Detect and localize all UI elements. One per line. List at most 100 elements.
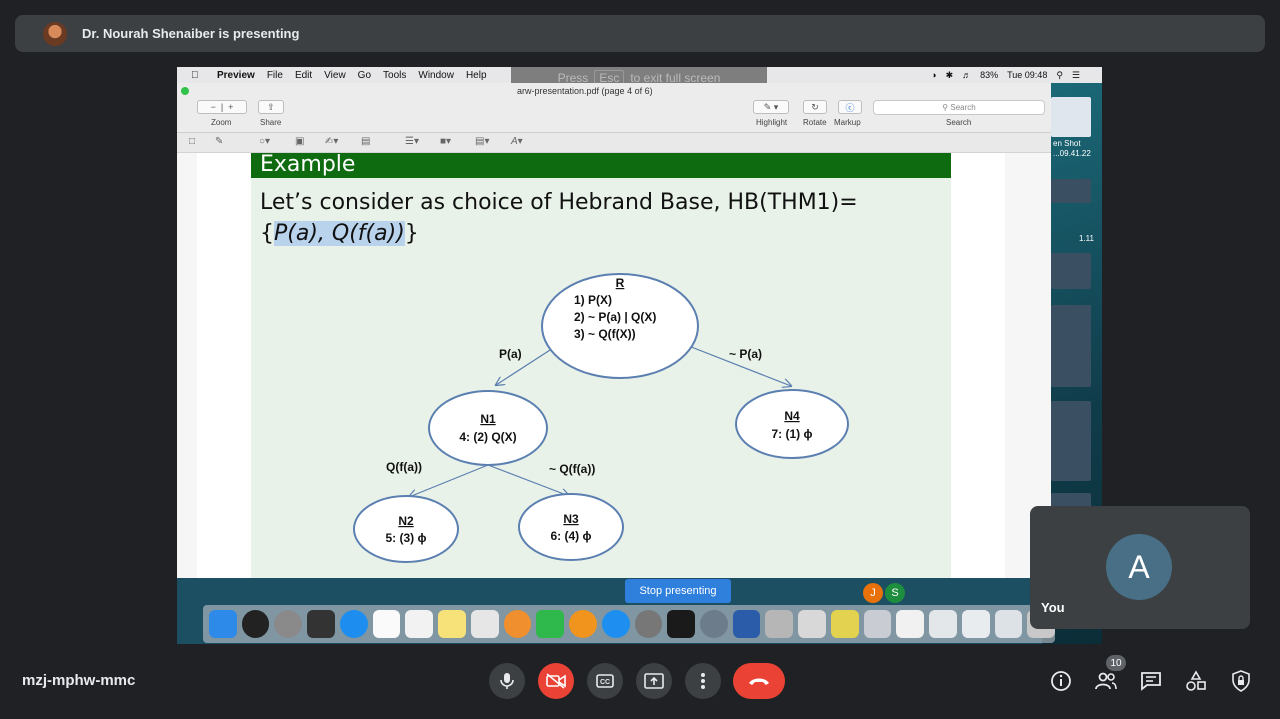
slide-line-2[interactable]: {P(a), Q(f(a))} (260, 218, 920, 249)
document-icon[interactable] (994, 610, 1023, 638)
preview-icon[interactable] (470, 610, 499, 638)
chat-icon (1141, 672, 1161, 691)
self-video-tile[interactable]: A You (1030, 506, 1250, 629)
participants-button[interactable] (1094, 669, 1118, 693)
search-input[interactable]: ⚲ Search (873, 100, 1045, 115)
launchpad-icon[interactable] (274, 610, 303, 638)
leave-call-button[interactable] (733, 663, 785, 699)
note-tool-icon[interactable]: ▤ (361, 136, 370, 147)
menu-tools[interactable]: Tools (383, 70, 406, 81)
sign-tool-icon[interactable]: ✍▾ (325, 136, 338, 147)
battery-percent[interactable]: 83% (980, 70, 998, 80)
tools-icon[interactable] (765, 610, 794, 638)
texshop-icon[interactable] (798, 610, 826, 638)
document-icon[interactable] (929, 610, 957, 638)
document-icon[interactable] (896, 610, 925, 638)
selection-tool-icon[interactable]: □ (189, 136, 195, 147)
certificate-icon[interactable] (830, 610, 859, 638)
camera-button[interactable] (538, 663, 574, 699)
stop-presenting-button[interactable]: Stop presenting (625, 579, 731, 603)
word-icon[interactable] (732, 610, 761, 638)
window-zoom-button[interactable] (181, 87, 189, 95)
share-icon: ⇧ (267, 101, 275, 112)
books-icon[interactable] (569, 610, 597, 638)
system-preferences-icon[interactable] (634, 610, 663, 638)
bluetooth-icon[interactable]: ✱ (946, 70, 954, 81)
shape-style-icon[interactable]: ☰▾ (405, 136, 419, 147)
desktop-item[interactable] (1051, 305, 1091, 387)
siri-icon[interactable] (241, 610, 270, 638)
rotate-button[interactable]: ↻ (803, 100, 827, 114)
chat-button[interactable] (1139, 669, 1163, 693)
activities-shapes-icon (1186, 670, 1206, 691)
menu-window[interactable]: Window (418, 70, 454, 81)
rotate-icon: ↻ (811, 101, 819, 112)
meeting-details-button[interactable] (1049, 669, 1073, 693)
zoom-buttons[interactable]: − | + (197, 100, 247, 114)
document-icon[interactable] (961, 610, 990, 638)
host-controls-button[interactable] (1229, 669, 1253, 693)
node-n4-title: N4 (784, 409, 800, 423)
notes-icon[interactable] (438, 610, 466, 638)
captions-button[interactable]: CC (587, 663, 623, 699)
sketch-tool-icon[interactable]: ✎ (215, 136, 223, 147)
text-style-icon[interactable]: A▾ (511, 136, 523, 147)
share-button[interactable]: ⇧ (258, 100, 284, 114)
highlighted-text[interactable]: P(a), Q(f(a)) (274, 221, 405, 246)
presenter-text: Dr. Nourah Shenaiber is presenting (82, 26, 300, 41)
terminal-icon[interactable] (667, 610, 696, 638)
highlight-button[interactable]: ✎ ▾ (753, 100, 789, 114)
menu-file[interactable]: File (267, 70, 283, 81)
node-n1-line: 4: (2) Q(X) (459, 430, 516, 444)
text-tool-icon[interactable]: ▣ (295, 136, 304, 147)
apple-icon[interactable]:  (191, 70, 205, 81)
present-screen-icon (644, 673, 664, 689)
shapes-tool-icon[interactable]: ○▾ (259, 136, 270, 147)
reminders-icon[interactable] (405, 610, 434, 638)
image-capture-icon[interactable] (863, 610, 892, 638)
edge-label-r-n4: ~ P(a) (729, 347, 762, 361)
activities-button[interactable] (1184, 669, 1208, 693)
finder-icon[interactable] (209, 610, 237, 638)
photos-icon[interactable] (503, 610, 532, 638)
screenshot-file-label: en Shot ...09.41.22 (1053, 139, 1091, 158)
menu-go[interactable]: Go (358, 70, 371, 81)
mission-control-icon[interactable] (307, 610, 335, 638)
fill-color-icon[interactable]: ▤▾ (475, 136, 489, 147)
markup-button[interactable]: ⓒ (838, 100, 862, 114)
volume-icon[interactable]: ♬ (962, 70, 971, 80)
microphone-button[interactable] (489, 663, 525, 699)
border-color-icon[interactable]: ■▾ (440, 136, 451, 147)
menu-view[interactable]: View (324, 70, 346, 81)
safari-icon[interactable] (339, 610, 368, 638)
calendar-icon[interactable] (372, 610, 401, 638)
desktop-item[interactable] (1051, 401, 1091, 481)
desktop-item[interactable] (1051, 179, 1091, 203)
app-store-icon[interactable] (601, 610, 630, 638)
node-r-line-2: 2) ~ P(a) | Q(X) (574, 310, 656, 324)
menu-help[interactable]: Help (466, 70, 487, 81)
markup-icon: ⓒ (845, 102, 855, 113)
tex-icon[interactable] (700, 610, 728, 638)
resolution-tree-diagram: R 1) P(X) 2) ~ P(a) | Q(X) 3) ~ Q(f(X)) … (353, 273, 849, 563)
menu-preview[interactable]: Preview (217, 70, 255, 81)
facetime-icon[interactable] (536, 610, 565, 638)
present-button[interactable] (636, 663, 672, 699)
svg-text:CC: CC (600, 679, 610, 686)
more-options-button[interactable] (685, 663, 721, 699)
presenter-avatar (43, 21, 67, 46)
desktop-item[interactable] (1051, 253, 1091, 289)
zoom-in-icon[interactable]: + (228, 102, 233, 112)
clock[interactable]: Tue 09:48 (1007, 70, 1047, 80)
zoom-out-icon[interactable]: − (211, 102, 216, 112)
search-label: Search (946, 118, 972, 127)
notification-center-icon[interactable]: ☰ (1072, 70, 1080, 81)
node-n3 (518, 493, 624, 561)
menu-edit[interactable]: Edit (295, 70, 312, 81)
highlighter-icon: ✎ (763, 101, 772, 112)
spotlight-icon[interactable]: ⚲ (1056, 70, 1063, 81)
microphone-icon (500, 673, 514, 689)
screenshot-thumbnail[interactable] (1051, 97, 1091, 137)
people-icon (1095, 672, 1117, 690)
wifi-icon[interactable]: ◑ (931, 70, 936, 80)
